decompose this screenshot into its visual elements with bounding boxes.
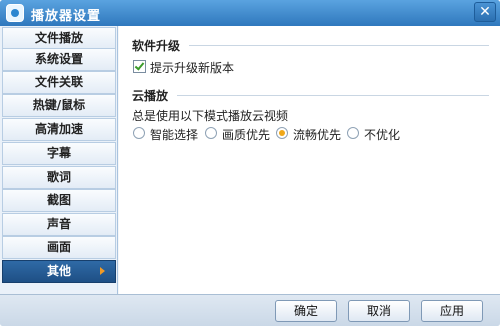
sidebar-item-label: 热键/鼠标: [32, 98, 86, 112]
radio-no-optimize[interactable]: [347, 127, 359, 139]
sidebar-item-label: 歌词: [46, 170, 71, 184]
dialog-body: 文件播放 系统设置 文件关联 热键/鼠标 高清加速 字幕 歌词 截图 声音 画面…: [0, 26, 500, 326]
sidebar-item-label: 截图: [46, 193, 71, 207]
sidebar: 文件播放 系统设置 文件关联 热键/鼠标 高清加速 字幕 歌词 截图 声音 画面…: [0, 26, 118, 294]
sidebar-item-audio[interactable]: 声音: [2, 213, 116, 236]
section-divider: [189, 45, 489, 46]
radio-label-smooth-first[interactable]: 流畅优先: [293, 126, 341, 143]
sidebar-item-label: 文件关联: [34, 75, 83, 89]
sidebar-item-screenshot[interactable]: 截图: [2, 189, 116, 212]
radio-label-smart-select[interactable]: 智能选择: [150, 126, 198, 143]
arrow-right-icon: [100, 267, 105, 275]
dialog-footer: 确定 取消 应用: [0, 294, 500, 326]
apply-button[interactable]: 应用: [421, 300, 483, 322]
upgrade-section-title: 软件升级: [132, 39, 181, 53]
close-icon: ✕: [479, 4, 491, 20]
title-bar[interactable]: 播放器设置 ✕: [0, 0, 500, 26]
section-divider: [177, 95, 489, 96]
sidebar-item-label: 系统设置: [34, 52, 83, 66]
sidebar-item-file-playback[interactable]: 文件播放: [2, 27, 116, 50]
sidebar-item-file-association[interactable]: 文件关联: [2, 71, 116, 94]
sidebar-item-label: 文件播放: [34, 31, 83, 45]
sidebar-item-system-settings[interactable]: 系统设置: [2, 48, 116, 71]
sidebar-item-video[interactable]: 画面: [2, 236, 116, 259]
upgrade-notify-label[interactable]: 提示升级新版本: [150, 59, 234, 76]
sidebar-item-label: 画面: [46, 240, 71, 254]
sidebar-item-label: 声音: [46, 217, 71, 231]
sidebar-item-hotkeys-mouse[interactable]: 热键/鼠标: [2, 94, 116, 117]
sidebar-item-subtitles[interactable]: 字幕: [2, 142, 116, 165]
settings-window: 播放器设置 ✕ 文件播放 系统设置 文件关联 热键/鼠标 高清加速 字幕 歌词 …: [0, 0, 500, 326]
radio-quality-first[interactable]: [205, 127, 217, 139]
sidebar-item-label: 字幕: [46, 146, 71, 160]
radio-label-quality-first[interactable]: 画质优先: [222, 126, 270, 143]
cancel-button[interactable]: 取消: [348, 300, 410, 322]
settings-panel: 软件升级 提示升级新版本 云播放 总是使用以下模式播放云视频 智能选择 画质优先…: [119, 26, 500, 294]
sidebar-item-lyrics[interactable]: 歌词: [2, 166, 116, 189]
sidebar-item-label: 其他: [46, 264, 71, 278]
player-logo-icon: [6, 4, 24, 22]
cloud-mode-description: 总是使用以下模式播放云视频: [132, 109, 289, 123]
radio-smart-select[interactable]: [133, 127, 145, 139]
close-button[interactable]: ✕: [474, 2, 496, 22]
radio-smooth-first[interactable]: [276, 127, 288, 139]
upgrade-notify-checkbox[interactable]: [133, 60, 146, 73]
radio-label-no-optimize[interactable]: 不优化: [364, 126, 400, 143]
sidebar-item-label: 高清加速: [34, 122, 83, 136]
ok-button[interactable]: 确定: [275, 300, 337, 322]
sidebar-item-other[interactable]: 其他: [2, 260, 116, 283]
cloud-section-title: 云播放: [132, 89, 169, 103]
sidebar-item-hd-acceleration[interactable]: 高清加速: [2, 118, 116, 141]
checkmark-icon: [134, 60, 145, 71]
window-title: 播放器设置: [31, 9, 102, 24]
